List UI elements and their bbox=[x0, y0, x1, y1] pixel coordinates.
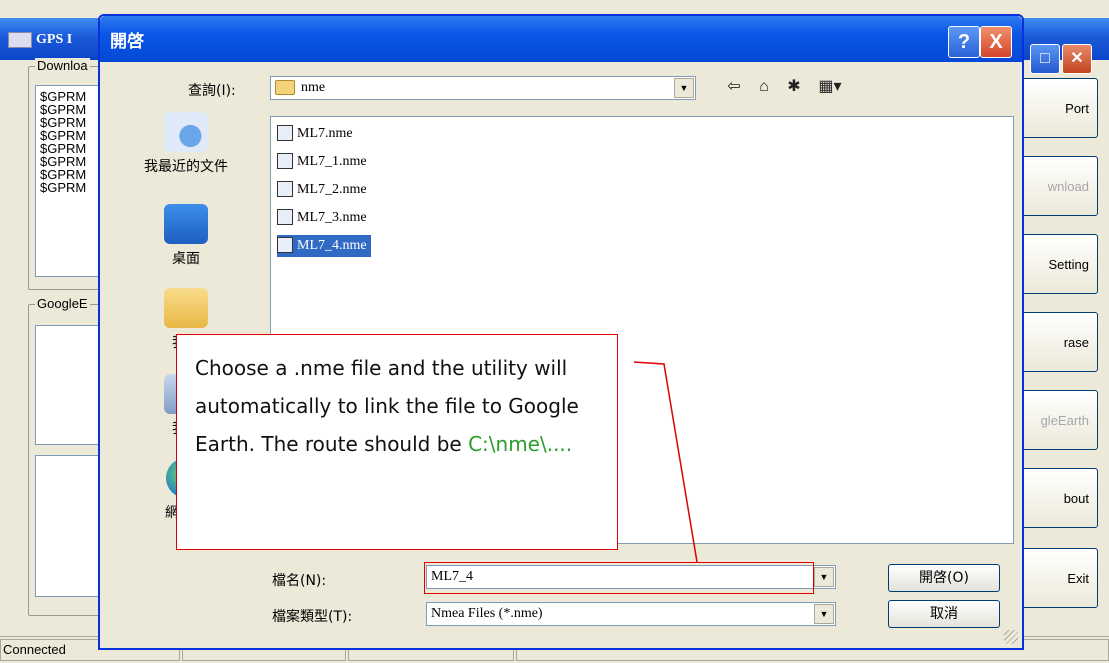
chevron-down-icon[interactable]: ▼ bbox=[674, 78, 694, 98]
desktop-icon bbox=[164, 204, 208, 244]
nme-file-icon bbox=[277, 152, 293, 169]
open-file-dialog: 開啓 ? X 查詢(I): nme ▼ ⇦ ⌂ ✱ ▦▾ 我最近的文件 桌面 我… bbox=[98, 14, 1024, 650]
up-folder-icon[interactable]: ⌂ bbox=[752, 76, 776, 98]
look-in-value: nme bbox=[301, 80, 326, 95]
place-label: 我最近的文件 bbox=[144, 159, 228, 175]
download-group-label: Downloa bbox=[35, 58, 90, 73]
file-name: ML7_3.nme bbox=[297, 210, 367, 225]
maximize-icon[interactable]: □ bbox=[1030, 44, 1060, 74]
instruction-callout: Choose a .nme file and the utility will … bbox=[176, 334, 618, 550]
filetype-dropdown[interactable]: Nmea Files (*.nme) ▼ bbox=[426, 602, 836, 626]
gps-window-title: GPS I bbox=[8, 32, 72, 48]
file-name: ML7_1.nme bbox=[297, 154, 367, 169]
file-item[interactable]: ML7.nme bbox=[277, 123, 357, 145]
look-in-label: 查詢(I): bbox=[188, 83, 236, 99]
folder-icon bbox=[275, 80, 295, 96]
look-in-dropdown[interactable]: nme ▼ bbox=[270, 76, 696, 100]
back-icon[interactable]: ⇦ bbox=[722, 76, 746, 98]
filetype-label: 檔案類型(T): bbox=[272, 609, 353, 625]
filetype-value: Nmea Files (*.nme) bbox=[431, 606, 543, 621]
file-item[interactable]: ML7_4.nme bbox=[277, 235, 371, 257]
file-name: ML7.nme bbox=[297, 126, 353, 141]
place-label: 桌面 bbox=[172, 251, 200, 267]
file-item[interactable]: ML7_3.nme bbox=[277, 207, 371, 229]
dialog-close-icon[interactable]: X bbox=[980, 26, 1012, 58]
close-icon[interactable]: ✕ bbox=[1062, 44, 1092, 74]
chevron-down-icon[interactable]: ▼ bbox=[814, 567, 834, 587]
satellite-app-icon bbox=[8, 32, 32, 48]
new-folder-icon[interactable]: ✱ bbox=[782, 76, 806, 98]
dialog-title: 開啓 bbox=[110, 32, 144, 52]
place-desktop[interactable]: 桌面 bbox=[112, 204, 260, 268]
cancel-button[interactable]: 取消 bbox=[888, 600, 1000, 628]
filename-label: 檔名(N): bbox=[272, 573, 327, 589]
chevron-down-icon[interactable]: ▼ bbox=[814, 604, 834, 624]
file-item[interactable]: ML7_2.nme bbox=[277, 179, 371, 201]
recent-documents-icon bbox=[164, 112, 208, 152]
file-name: ML7_4.nme bbox=[297, 238, 367, 253]
filename-highlight-box bbox=[424, 562, 814, 594]
file-item[interactable]: ML7_1.nme bbox=[277, 151, 371, 173]
callout-path: C:\nme\.... bbox=[468, 432, 573, 456]
dialog-titlebar[interactable]: 開啓 ? X bbox=[100, 16, 1022, 62]
open-button[interactable]: 開啓(O) bbox=[888, 564, 1000, 592]
nme-file-icon bbox=[277, 180, 293, 197]
file-name: ML7_2.nme bbox=[297, 182, 367, 197]
help-icon[interactable]: ? bbox=[948, 26, 980, 58]
googleearth-group-label: GoogleE bbox=[35, 296, 90, 311]
place-recent[interactable]: 我最近的文件 bbox=[112, 112, 260, 176]
nme-file-icon bbox=[277, 236, 293, 253]
my-documents-icon bbox=[164, 288, 208, 328]
nme-file-icon bbox=[277, 124, 293, 141]
nme-file-icon bbox=[277, 208, 293, 225]
view-menu-icon[interactable]: ▦▾ bbox=[812, 76, 848, 98]
resize-grip[interactable] bbox=[1004, 630, 1018, 644]
